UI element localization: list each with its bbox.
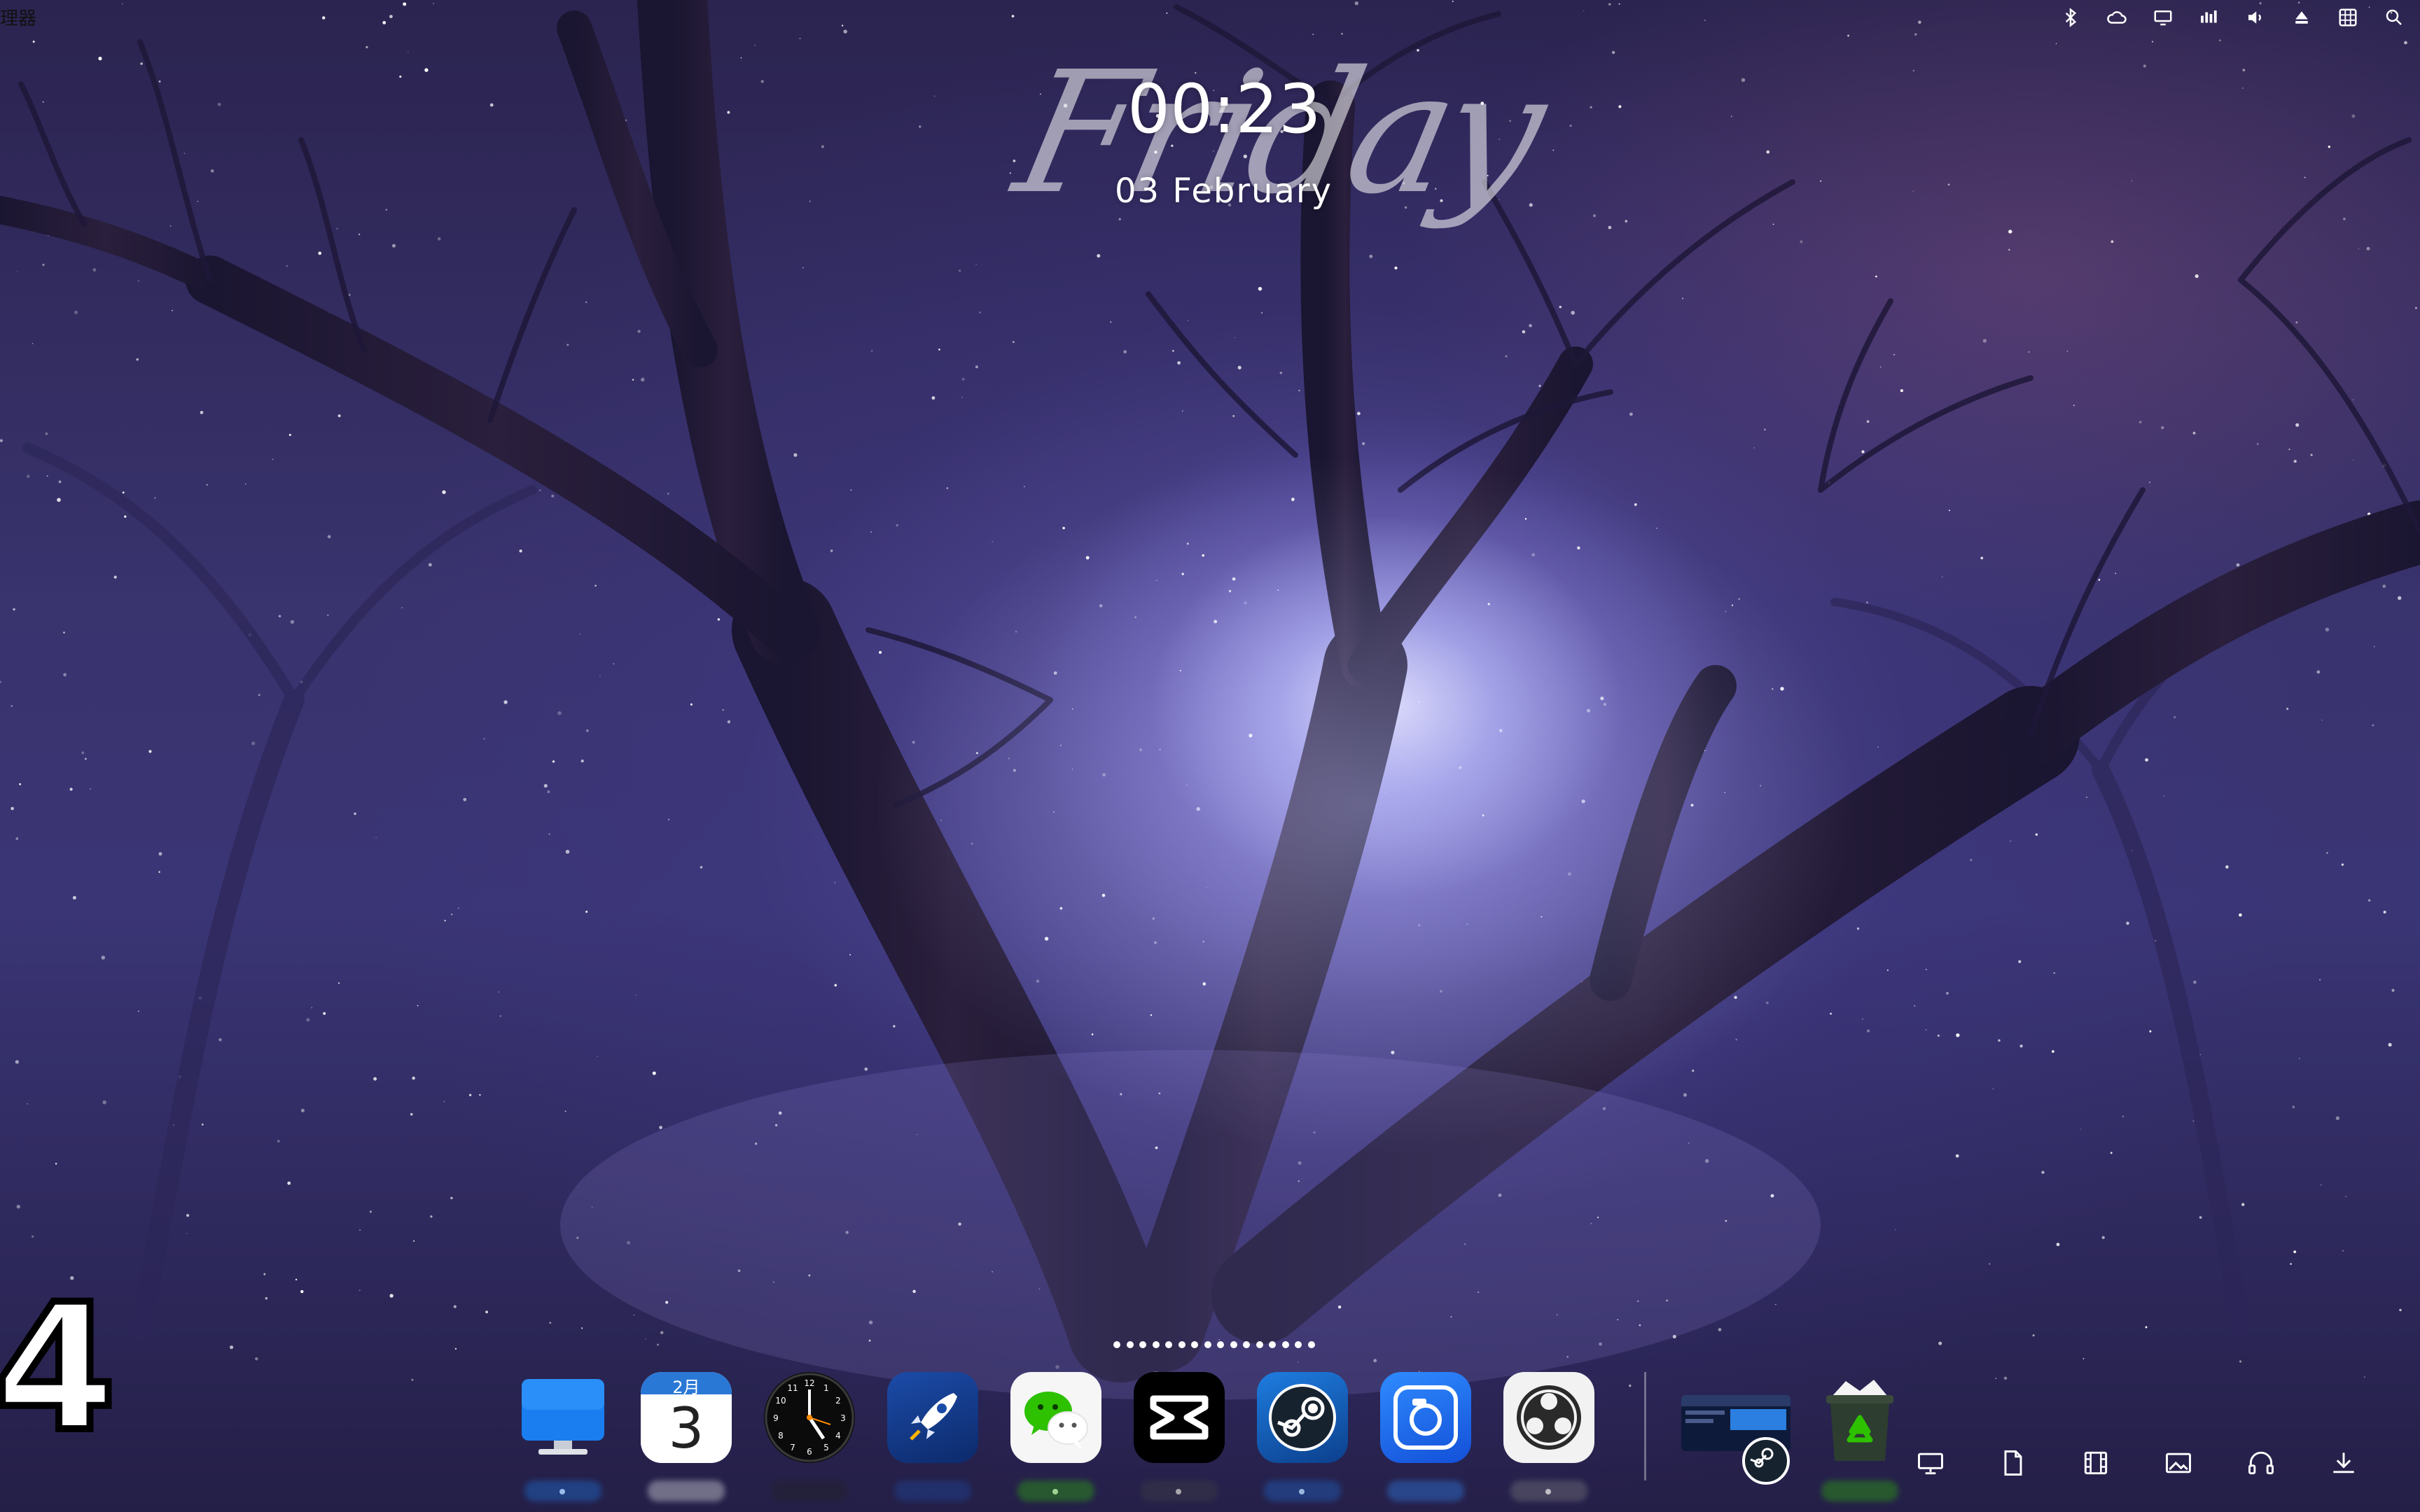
headphones-icon[interactable] — [2246, 1448, 2276, 1478]
icon-reflection — [1141, 1480, 1218, 1502]
page-dot[interactable] — [1204, 1341, 1211, 1348]
calendar-day: 3 — [668, 1396, 704, 1461]
dock-item-calendar[interactable]: 2月 3 — [637, 1368, 735, 1502]
page-dot[interactable] — [1230, 1341, 1237, 1348]
dock-item-screenshot[interactable] — [1377, 1368, 1475, 1502]
icon-reflection — [648, 1480, 725, 1502]
page-dot[interactable] — [1307, 1341, 1315, 1348]
dock-item-obs[interactable] — [1500, 1368, 1598, 1502]
calendar-month: 2月 — [672, 1378, 700, 1397]
svg-text:2: 2 — [835, 1396, 841, 1406]
dock-item-capcut[interactable] — [1130, 1368, 1228, 1502]
bars-icon[interactable] — [2197, 6, 2221, 29]
screenshot-app-icon — [1380, 1372, 1471, 1463]
page-dot[interactable] — [1178, 1341, 1185, 1348]
desktop: 理器 Friday 00:23 03 February 4 2月 3 12 3 … — [0, 0, 2420, 1512]
film-icon[interactable] — [2080, 1448, 2111, 1478]
icon-reflection — [771, 1480, 848, 1502]
page-dot[interactable] — [1295, 1341, 1302, 1348]
icon-reflection — [1387, 1480, 1464, 1502]
page-dot[interactable] — [1256, 1341, 1263, 1348]
steam-app-icon — [1257, 1372, 1348, 1463]
obs-app-icon — [1503, 1372, 1594, 1463]
image-icon[interactable] — [2163, 1448, 2194, 1478]
clock-app-icon: 12 3 6 9 12 45 7 8 10 11 — [764, 1372, 855, 1463]
active-app-name[interactable]: 理器 — [0, 4, 36, 30]
launchpad-rocket-icon — [887, 1372, 978, 1463]
download-icon[interactable] — [2328, 1448, 2359, 1478]
preview-line — [1685, 1419, 1713, 1423]
page-dot[interactable] — [1217, 1341, 1224, 1348]
page-dot[interactable] — [1152, 1341, 1160, 1348]
page-dot[interactable] — [1165, 1341, 1172, 1348]
volume-icon[interactable] — [2244, 6, 2267, 29]
svg-text:3: 3 — [840, 1413, 846, 1423]
wechat-app-icon — [1010, 1372, 1101, 1463]
dock-item-desktop[interactable] — [514, 1368, 612, 1502]
dock-item-recent-window[interactable] — [1678, 1368, 1790, 1485]
clock-date: 03 February — [1115, 172, 1333, 211]
monitor-icon[interactable] — [1915, 1448, 1946, 1478]
corner-number-overlay: 4 — [0, 1266, 120, 1470]
display-icon[interactable] — [2151, 6, 2175, 29]
svg-text:10: 10 — [775, 1396, 786, 1406]
dock-item-clock[interactable]: 12 3 6 9 12 45 7 8 10 11 — [760, 1368, 858, 1502]
svg-text:12: 12 — [804, 1378, 814, 1388]
icon-reflection — [1510, 1480, 1587, 1502]
status-tray — [2059, 6, 2406, 29]
bluetooth-icon[interactable] — [2059, 6, 2082, 29]
page-dot[interactable] — [1269, 1341, 1276, 1348]
eject-icon[interactable] — [2290, 6, 2314, 29]
trash-icon — [1818, 1376, 1902, 1469]
dock-item-wechat[interactable] — [1007, 1368, 1105, 1502]
svg-text:4: 4 — [835, 1431, 841, 1441]
document-icon[interactable] — [1998, 1448, 2029, 1478]
dock-item-steam[interactable] — [1253, 1368, 1351, 1502]
page-dot[interactable] — [1139, 1341, 1146, 1348]
icon-reflection — [524, 1480, 601, 1502]
svg-text:9: 9 — [773, 1413, 779, 1423]
clock-time: 00:23 — [1127, 70, 1321, 148]
page-dot[interactable] — [1243, 1341, 1250, 1348]
svg-text:11: 11 — [787, 1383, 798, 1393]
desktop-app-icon — [517, 1372, 609, 1463]
icon-reflection — [1821, 1480, 1898, 1502]
cloud-icon[interactable] — [2105, 6, 2129, 29]
preview-line — [1685, 1410, 1725, 1415]
svg-text:6: 6 — [807, 1447, 812, 1457]
preview-panel — [1730, 1409, 1786, 1430]
shelf-toolbar — [1915, 1448, 2359, 1478]
dock-divider — [1644, 1372, 1646, 1480]
page-dot[interactable] — [1281, 1341, 1289, 1348]
grid-icon[interactable] — [2336, 6, 2360, 29]
recent-window-steam-icon — [1742, 1437, 1790, 1485]
svg-text:5: 5 — [823, 1443, 829, 1452]
svg-text:1: 1 — [823, 1383, 829, 1393]
clock-widget[interactable]: Friday 00:23 03 February — [1001, 28, 1555, 238]
calendar-app-icon: 2月 3 — [641, 1372, 732, 1463]
dock-item-trash[interactable] — [1811, 1368, 1909, 1502]
icon-reflection — [1017, 1480, 1094, 1502]
svg-text:8: 8 — [778, 1431, 784, 1441]
page-dot[interactable] — [1126, 1341, 1134, 1348]
icon-reflection — [1264, 1480, 1341, 1502]
page-dot[interactable] — [1113, 1341, 1120, 1348]
capcut-app-icon — [1134, 1372, 1225, 1463]
page-dot[interactable] — [1191, 1341, 1198, 1348]
search-icon[interactable] — [2382, 6, 2406, 29]
preview-titlebar — [1681, 1395, 1790, 1406]
dock-item-launchpad[interactable] — [884, 1368, 982, 1502]
svg-text:7: 7 — [790, 1443, 795, 1452]
icon-reflection — [894, 1480, 971, 1502]
dock-page-indicator[interactable] — [1113, 1341, 1315, 1348]
